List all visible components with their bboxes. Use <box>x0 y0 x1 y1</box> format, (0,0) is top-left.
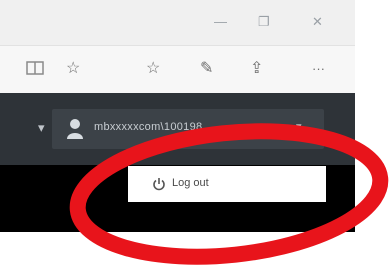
more-icon[interactable]: ··· <box>312 60 325 78</box>
chevron-down-icon[interactable]: ▾ <box>38 120 45 136</box>
user-menu-button[interactable]: mbxxxxxcom\100198 ▾ <box>52 109 324 149</box>
favorites-hub-icon[interactable]: ☆ <box>146 60 160 78</box>
logout-label: Log out <box>172 177 209 189</box>
browser-toolbar: ☆ ☆ ✎ ⇪ ··· <box>0 45 355 94</box>
user-dropdown-menu: Log out <box>128 166 326 202</box>
window-titlebar: — ❐ ✕ <box>0 0 355 45</box>
minimize-icon[interactable]: — <box>214 14 227 30</box>
power-icon <box>152 177 166 191</box>
browser-window: — ❐ ✕ ☆ ☆ ✎ ⇪ ··· ▾ mbxxxxxcom\100198 ▾ … <box>0 0 355 232</box>
chevron-down-icon: ▾ <box>296 121 302 133</box>
favorite-star-icon[interactable]: ☆ <box>66 60 80 78</box>
share-icon[interactable]: ⇪ <box>250 60 263 78</box>
user-icon <box>66 118 84 140</box>
restore-icon[interactable]: ❐ <box>258 14 270 30</box>
web-note-icon[interactable]: ✎ <box>200 60 213 78</box>
reading-view-icon[interactable] <box>26 60 44 81</box>
app-header: ▾ mbxxxxxcom\100198 ▾ <box>0 93 355 165</box>
username-label: mbxxxxxcom\100198 <box>94 121 203 133</box>
close-icon[interactable]: ✕ <box>312 14 323 30</box>
logout-menu-item[interactable]: Log out <box>128 166 326 202</box>
